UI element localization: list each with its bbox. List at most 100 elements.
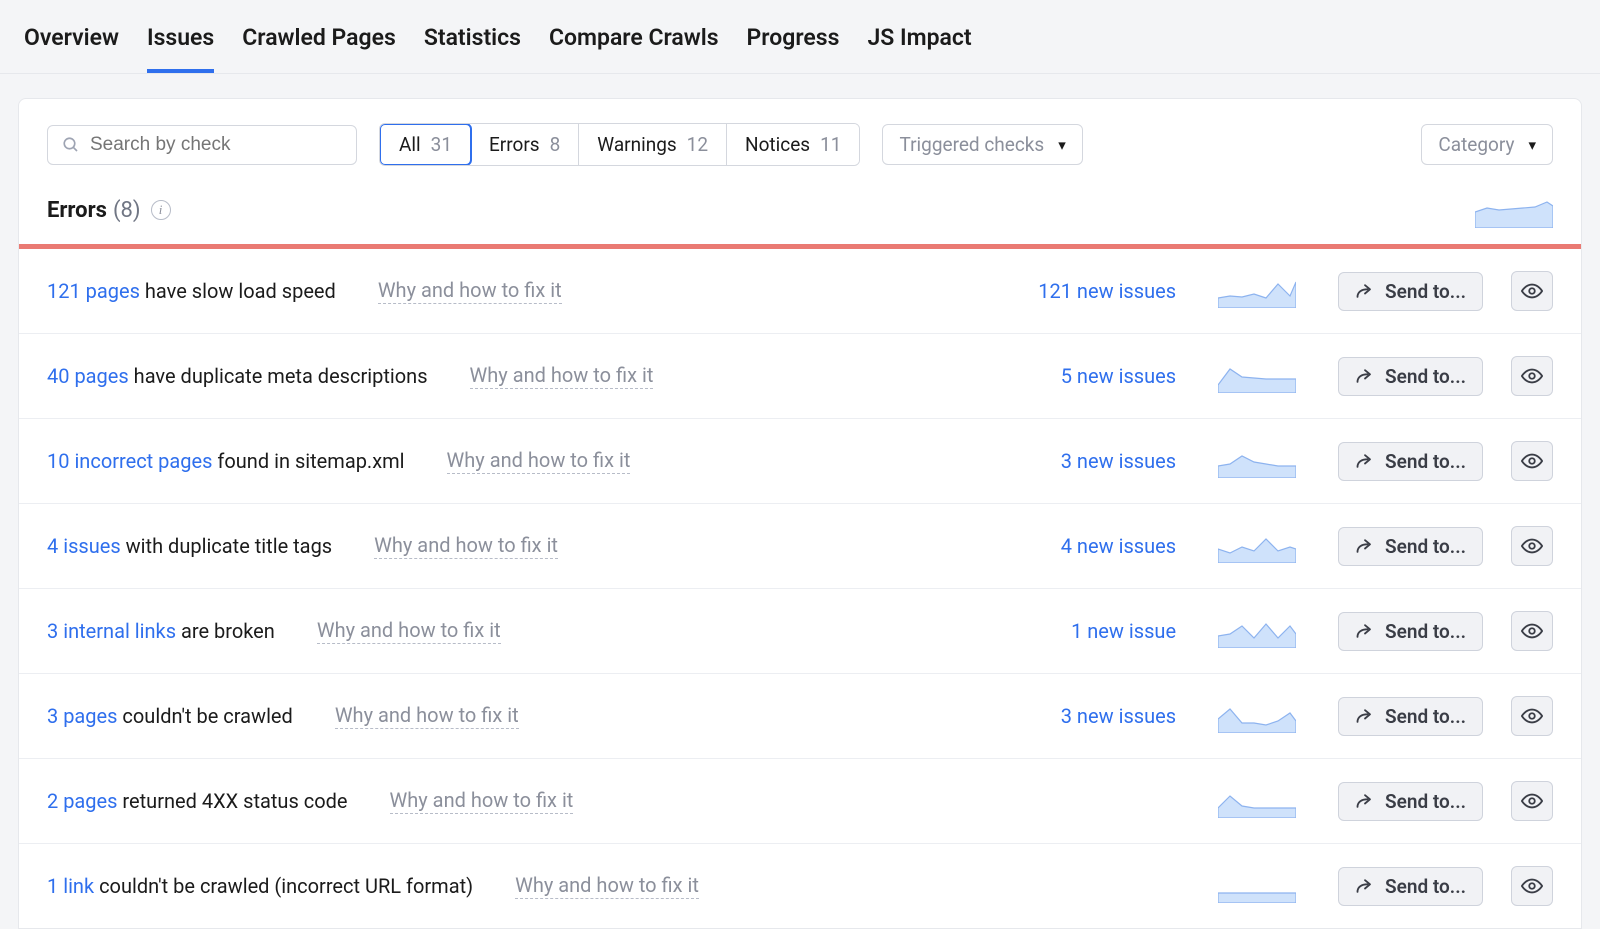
tab-js-impact[interactable]: JS Impact [867,14,971,73]
segment-label: Warnings [597,133,676,156]
issue-link[interactable]: 121 pages [47,279,140,303]
issue-text: 1 link couldn't be crawled (incorrect UR… [47,874,473,898]
eye-icon [1521,283,1543,299]
new-issues-link[interactable]: 5 new issues [1006,364,1176,388]
segment-all[interactable]: All 31 [379,123,472,166]
segment-label: All [399,133,421,156]
view-button[interactable] [1511,526,1553,566]
tab-overview[interactable]: Overview [24,14,119,73]
eye-icon [1521,538,1543,554]
tab-progress[interactable]: Progress [747,14,840,73]
issue-rest: returned 4XX status code [117,789,347,813]
section-count: (8) [113,198,141,223]
share-arrow-icon [1355,707,1375,725]
eye-icon [1521,453,1543,469]
segment-count: 8 [550,133,561,156]
issue-link[interactable]: 2 pages [47,789,117,813]
issue-link[interactable]: 40 pages [47,364,129,388]
issue-text: 3 pages couldn't be crawled [47,704,293,728]
send-to-button[interactable]: Send to... [1338,782,1483,821]
new-issues-link[interactable]: 121 new issues [1006,279,1176,303]
view-button[interactable] [1511,271,1553,311]
issue-link[interactable]: 3 pages [47,704,117,728]
issue-link[interactable]: 4 issues [47,534,121,558]
issue-rest: couldn't be crawled (incorrect URL forma… [94,874,473,898]
send-to-label: Send to... [1385,790,1466,813]
issue-text: 40 pages have duplicate meta description… [47,364,428,388]
issue-text: 10 incorrect pages found in sitemap.xml [47,449,405,473]
share-arrow-icon [1355,877,1375,895]
share-arrow-icon [1355,282,1375,300]
triggered-checks-dropdown[interactable]: Triggered checks ▾ [882,124,1082,165]
filter-segments: All 31 Errors 8 Warnings 12 Notices 11 [379,123,860,166]
issue-rest: have slow load speed [140,279,336,303]
issue-link[interactable]: 3 internal links [47,619,176,643]
share-arrow-icon [1355,622,1375,640]
eye-icon [1521,623,1543,639]
issue-row: 2 pages returned 4XX status code Why and… [19,759,1581,844]
info-icon[interactable]: i [151,200,171,220]
row-sparkline [1218,274,1296,308]
section-header: Errors (8) i [19,186,1581,242]
view-button[interactable] [1511,441,1553,481]
tab-crawled-pages[interactable]: Crawled Pages [242,14,396,73]
dropdown-label: Triggered checks [899,133,1044,156]
fix-link[interactable]: Why and how to fix it [335,703,519,729]
row-sparkline [1218,699,1296,733]
issue-link[interactable]: 1 link [47,874,94,898]
segment-errors[interactable]: Errors 8 [471,124,579,165]
segment-count: 12 [687,133,708,156]
top-nav: Overview Issues Crawled Pages Statistics… [0,0,1600,74]
issue-text: 121 pages have slow load speed [47,279,336,303]
send-to-button[interactable]: Send to... [1338,272,1483,311]
view-button[interactable] [1511,696,1553,736]
chevron-down-icon: ▾ [1528,136,1536,154]
fix-link[interactable]: Why and how to fix it [390,788,574,814]
eye-icon [1521,708,1543,724]
new-issues-link[interactable]: 1 new issue [1006,619,1176,643]
send-to-button[interactable]: Send to... [1338,867,1483,906]
category-dropdown[interactable]: Category ▾ [1421,124,1553,165]
view-button[interactable] [1511,781,1553,821]
issue-rest: have duplicate meta descriptions [129,364,428,388]
share-arrow-icon [1355,367,1375,385]
segment-warnings[interactable]: Warnings 12 [579,124,727,165]
view-button[interactable] [1511,866,1553,906]
fix-link[interactable]: Why and how to fix it [515,873,699,899]
new-issues-link[interactable]: 3 new issues [1006,449,1176,473]
send-to-button[interactable]: Send to... [1338,612,1483,651]
row-sparkline [1218,529,1296,563]
issue-row: 3 internal links are broken Why and how … [19,589,1581,674]
send-to-button[interactable]: Send to... [1338,357,1483,396]
tab-compare-crawls[interactable]: Compare Crawls [549,14,719,73]
issue-link[interactable]: 10 incorrect pages [47,449,212,473]
issues-list: 121 pages have slow load speed Why and h… [19,249,1581,928]
eye-icon [1521,793,1543,809]
segment-count: 31 [431,133,452,156]
fix-link[interactable]: Why and how to fix it [447,448,631,474]
segment-notices[interactable]: Notices 11 [727,124,859,165]
tab-statistics[interactable]: Statistics [424,14,521,73]
row-sparkline [1218,359,1296,393]
search-input[interactable] [90,134,342,156]
send-to-button[interactable]: Send to... [1338,527,1483,566]
issue-rest: couldn't be crawled [117,704,292,728]
new-issues-link[interactable]: 4 new issues [1006,534,1176,558]
send-to-button[interactable]: Send to... [1338,442,1483,481]
fix-link[interactable]: Why and how to fix it [470,363,654,389]
issues-panel: All 31 Errors 8 Warnings 12 Notices 11 T… [18,98,1582,929]
view-button[interactable] [1511,356,1553,396]
send-to-button[interactable]: Send to... [1338,697,1483,736]
row-sparkline [1218,614,1296,648]
send-to-label: Send to... [1385,705,1466,728]
fix-link[interactable]: Why and how to fix it [378,278,562,304]
view-button[interactable] [1511,611,1553,651]
chevron-down-icon: ▾ [1058,136,1066,154]
issue-row: 121 pages have slow load speed Why and h… [19,249,1581,334]
fix-link[interactable]: Why and how to fix it [317,618,501,644]
issue-row: 4 issues with duplicate title tags Why a… [19,504,1581,589]
fix-link[interactable]: Why and how to fix it [374,533,558,559]
new-issues-link[interactable]: 3 new issues [1006,704,1176,728]
issue-row: 1 link couldn't be crawled (incorrect UR… [19,844,1581,928]
tab-issues[interactable]: Issues [147,14,214,73]
